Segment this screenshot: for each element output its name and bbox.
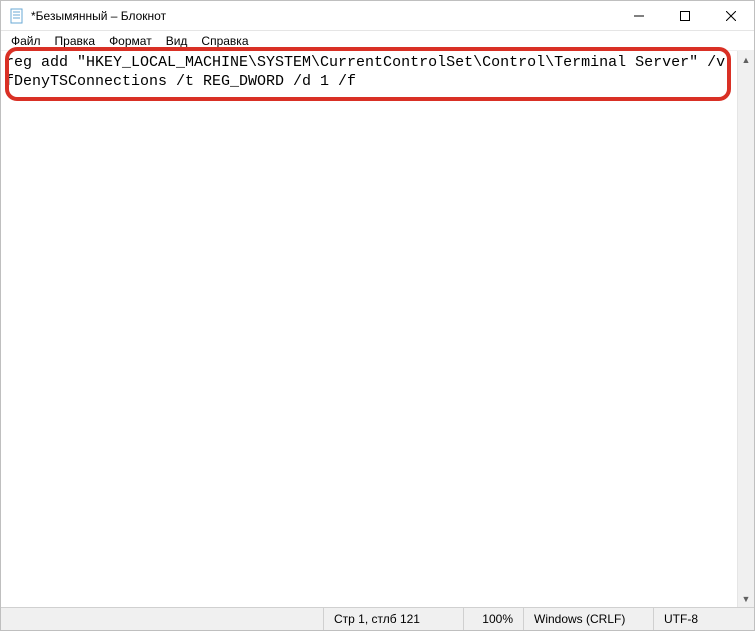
status-zoom: 100%: [464, 608, 524, 630]
menu-view[interactable]: Вид: [160, 33, 194, 49]
scroll-up-icon[interactable]: ▲: [738, 51, 754, 68]
status-cursor-position: Стр 1, стлб 121: [324, 608, 464, 630]
maximize-button[interactable]: [662, 1, 708, 31]
status-line-ending: Windows (CRLF): [524, 608, 654, 630]
vertical-scrollbar[interactable]: ▲ ▼: [737, 51, 754, 607]
menu-file[interactable]: Файл: [5, 33, 47, 49]
menu-format[interactable]: Формат: [103, 33, 158, 49]
window-title: *Безымянный – Блокнот: [31, 9, 616, 23]
status-spacer: [1, 608, 324, 630]
menu-help[interactable]: Справка: [195, 33, 254, 49]
statusbar: Стр 1, стлб 121 100% Windows (CRLF) UTF-…: [1, 607, 754, 630]
menu-edit[interactable]: Правка: [49, 33, 102, 49]
scroll-down-icon[interactable]: ▼: [738, 590, 754, 607]
content-area: ▲ ▼: [1, 51, 754, 607]
menubar: Файл Правка Формат Вид Справка: [1, 31, 754, 51]
minimize-button[interactable]: [616, 1, 662, 31]
status-encoding: UTF-8: [654, 608, 754, 630]
text-editor[interactable]: [1, 51, 737, 607]
titlebar[interactable]: *Безымянный – Блокнот: [1, 1, 754, 31]
close-button[interactable]: [708, 1, 754, 31]
notepad-window: *Безымянный – Блокнот Файл Правка Формат…: [0, 0, 755, 631]
app-icon: [9, 8, 25, 24]
